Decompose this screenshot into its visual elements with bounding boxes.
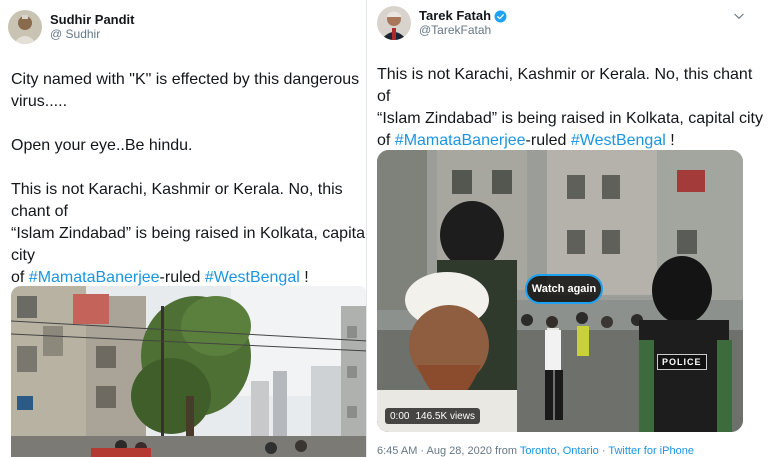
tweet-timestamp[interactable]: 6:45 AM · Aug 28, 2020 from <box>377 445 520 457</box>
text-fragment: of <box>377 132 395 149</box>
text-fragment: -ruled <box>525 132 571 149</box>
tweet-text-line: “Islam Zindabad” is being raised in Kolk… <box>377 110 763 127</box>
text-fragment: -ruled <box>159 269 205 286</box>
author-name[interactable]: Tarek Fatah <box>419 8 491 24</box>
author-name-row: Tarek Fatah <box>419 8 507 24</box>
tweet-text-line: City named with "K" is effected by this … <box>11 71 360 88</box>
video-status-bar: 0:00 146.5K views <box>385 408 480 424</box>
video-time: 0:00 <box>390 410 410 422</box>
watch-again-button[interactable]: Watch again <box>525 274 603 304</box>
tweet-media-image[interactable] <box>11 286 368 457</box>
text-fragment: ! <box>299 269 309 286</box>
author-handle[interactable]: @TarekFatah <box>419 23 507 38</box>
chevron-down-icon[interactable] <box>732 9 746 23</box>
tweet-text-line: This is not Karachi, Kashmir or Kerala. … <box>377 66 753 105</box>
author-handle[interactable]: @ Sudhir <box>50 27 135 42</box>
street-scene-image <box>11 286 368 457</box>
left-tweet-header: Sudhir Pandit @ Sudhir <box>8 10 135 44</box>
hashtag-westbengal[interactable]: #WestBengal <box>571 132 666 149</box>
text-fragment: ! <box>665 132 675 149</box>
tweet-location-link[interactable]: Toronto, Ontario <box>520 445 599 457</box>
hashtag-mamatabanerjee[interactable]: #MamataBanerjee <box>29 269 160 286</box>
tweet-text: City named with "K" is effected by this … <box>11 69 373 289</box>
tweet-meta: 6:45 AM · Aug 28, 2020 from Toronto, Ont… <box>377 445 694 457</box>
avatar[interactable] <box>377 6 411 40</box>
police-label: POLICE <box>657 354 707 370</box>
tweet-text-line: of #MamataBanerjee-ruled #WestBengal ! <box>377 130 768 152</box>
right-tweet: Tarek Fatah @TarekFatah This is not Kara… <box>366 0 768 457</box>
left-tweet: Sudhir Pandit @ Sudhir City named with "… <box>0 0 374 457</box>
right-tweet-header: Tarek Fatah @TarekFatah <box>377 6 507 40</box>
hashtag-mamatabanerjee[interactable]: #MamataBanerjee <box>395 132 526 149</box>
text-fragment: of <box>11 269 29 286</box>
tweet-text-line: virus..... <box>11 93 68 110</box>
tweet-text-line: Open your eye..Be hindu. <box>11 137 193 154</box>
meta-separator: · <box>598 445 609 457</box>
hashtag-westbengal[interactable]: #WestBengal <box>205 269 300 286</box>
tweet-text: This is not Karachi, Kashmir or Kerala. … <box>377 64 768 152</box>
video-view-count: 146.5K views <box>415 410 475 422</box>
tweet-text-line: “Islam Zindabad” is being raised in Kolk… <box>11 225 369 264</box>
verified-badge-icon <box>494 10 507 23</box>
tweet-video-player[interactable]: POLICE Watch again 0:00 146.5K views <box>377 150 743 432</box>
tweet-text-line: This is not Karachi, Kashmir or Kerala. … <box>11 181 343 220</box>
tweet-client-link[interactable]: Twitter for iPhone <box>608 445 694 457</box>
avatar-image <box>377 6 411 40</box>
avatar[interactable] <box>8 10 42 44</box>
author-name[interactable]: Sudhir Pandit <box>50 12 135 28</box>
avatar-image <box>8 10 42 44</box>
